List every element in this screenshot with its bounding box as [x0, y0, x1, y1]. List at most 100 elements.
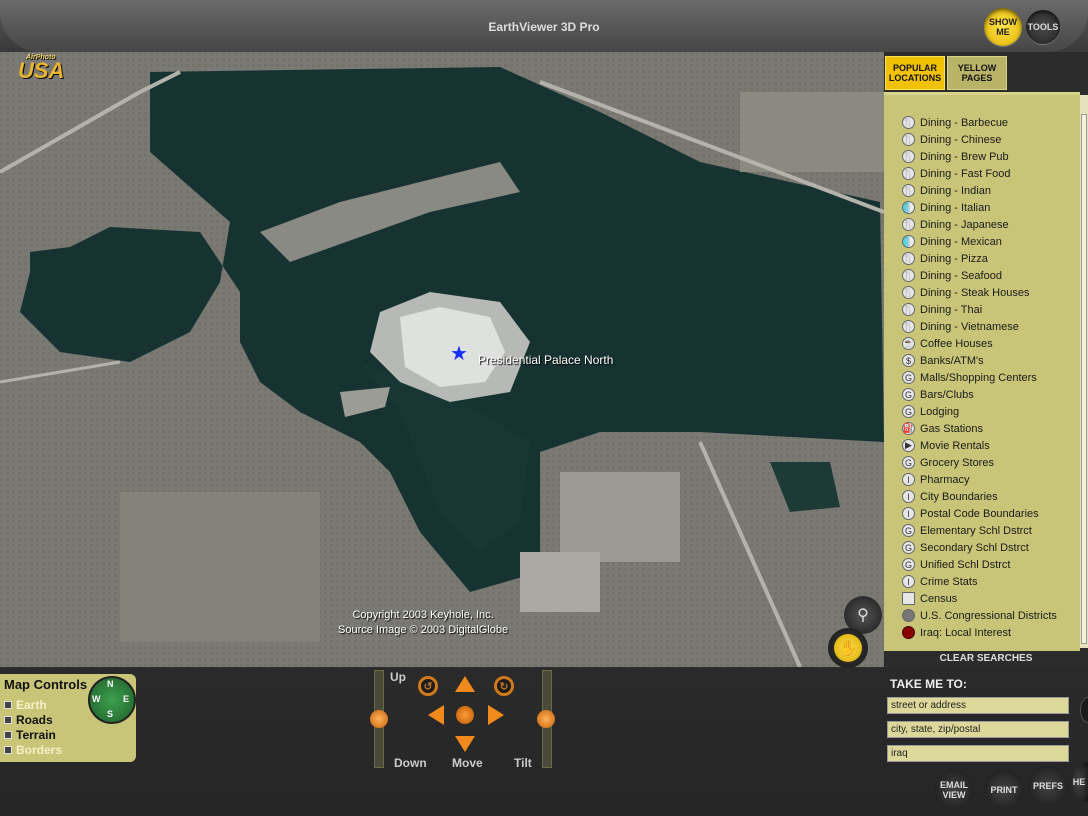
sidebar-item[interactable]: G Malls/Shopping Centers [902, 369, 1037, 386]
sidebar-item[interactable]: 🍴 Dining - Barbecue [902, 114, 1008, 131]
sidebar-item[interactable]: G Bars/Clubs [902, 386, 974, 403]
sidebar-item-label: Dining - Chinese [920, 133, 1002, 146]
sidebar-item[interactable]: 🍴 Dining - Fast Food [902, 165, 1010, 182]
sidebar-item[interactable]: ☕ Coffee Houses [902, 335, 993, 352]
tab-yellow-pages[interactable]: YELLOW PAGES [947, 56, 1007, 90]
sidebar-item-label: Gas Stations [920, 422, 983, 435]
sidebar-item-label: Secondary Schl Dstrct [920, 541, 1029, 554]
street-address-field[interactable]: street or address [887, 697, 1069, 714]
move-right-arrow-icon[interactable] [488, 705, 504, 725]
sidebar-item[interactable]: 🍴 Dining - Brew Pub [902, 148, 1009, 165]
move-center-button[interactable] [456, 706, 474, 724]
sidebar-item[interactable]: 🍴 Dining - Italian [902, 199, 990, 216]
lodging-icon: G [902, 405, 915, 418]
dining-icon: 🍴 [902, 218, 915, 231]
dining-icon: 🍴 [902, 320, 915, 333]
sidebar-item-label: Pharmacy [920, 473, 970, 486]
sidebar-item[interactable]: 🍴 Dining - Vietnamese [902, 318, 1019, 335]
layer-borders[interactable]: Borders [4, 743, 62, 757]
layer-earth[interactable]: Earth [4, 698, 47, 712]
sidebar-item-label: U.S. Congressional Districts [920, 609, 1057, 622]
sidebar-item[interactable]: G Elementary Schl Dstrct [902, 522, 1032, 539]
satellite-map[interactable] [0, 52, 884, 667]
boundary-icon: ǀ [902, 507, 915, 520]
sidebar-item-label: Postal Code Boundaries [920, 507, 1039, 520]
sidebar-item[interactable]: 🍴 Dining - Chinese [902, 131, 1001, 148]
move-up-arrow-icon[interactable] [455, 676, 475, 692]
tab-popular-locations[interactable]: POPULAR LOCATIONS [885, 56, 945, 90]
sidebar-item[interactable]: ⛽ Gas Stations [902, 420, 983, 437]
layer-terrain[interactable]: Terrain [4, 728, 56, 742]
bar-icon: G [902, 388, 915, 401]
sidebar-item[interactable]: 🍴 Dining - Thai [902, 301, 982, 318]
email-view-button[interactable]: EMAIL VIEW [934, 770, 974, 810]
rotate-right-icon[interactable]: ↻ [494, 676, 514, 696]
show-me-button[interactable]: SHOW ME [984, 8, 1022, 46]
move-left-arrow-icon[interactable] [428, 705, 444, 725]
sidebar-item-label: Dining - Barbecue [920, 116, 1009, 129]
dining-icon: 🍴 [902, 116, 915, 129]
compass-icon[interactable]: N E S W [88, 676, 136, 724]
sidebar-item[interactable]: Iraq: Local Interest [902, 624, 1011, 641]
sidebar-item-label: Dining - Pizza [920, 252, 988, 265]
prefs-button[interactable]: PREFS [1028, 766, 1068, 806]
sidebar-item-label: Dining - Mexican [920, 235, 1002, 248]
zoom-slider-knob[interactable] [370, 710, 388, 728]
sidebar-item[interactable]: 🍴 Dining - Steak Houses [902, 284, 1029, 301]
sidebar-item-label: Dining - Seafood [920, 269, 1002, 282]
airphoto-usa-logo: AirPhoto USA [18, 54, 80, 88]
move-down-arrow-icon[interactable] [455, 736, 475, 752]
sidebar-item[interactable]: U.S. Congressional Districts [902, 607, 1057, 624]
copyright-line-2: Source Image © 2003 DigitalGlobe [338, 624, 509, 636]
gas-icon: ⛽ [902, 422, 915, 435]
sidebar-item-label: Banks/ATM's [920, 354, 984, 367]
tilt-slider-knob[interactable] [537, 710, 555, 728]
clear-searches-button[interactable]: CLEAR SEARCHES [884, 650, 1088, 668]
sidebar-item-label: Dining - Brew Pub [920, 150, 1009, 163]
sidebar-item-label: Dining - Steak Houses [920, 286, 1030, 299]
logo-small-text: AirPhoto [26, 54, 56, 61]
list-scroll-thumb[interactable] [1081, 114, 1087, 644]
mall-icon: G [902, 371, 915, 384]
sidebar-item[interactable]: G Grocery Stores [902, 454, 994, 471]
dining-icon: 🍴 [902, 269, 915, 282]
school-icon: G [902, 541, 915, 554]
sidebar-item[interactable]: ǀ Postal Code Boundaries [902, 505, 1039, 522]
coffee-icon: ☕ [902, 337, 915, 350]
sidebar-item[interactable]: 🍴 Dining - Japanese [902, 216, 1009, 233]
place-label[interactable]: Presidential Palace North [478, 353, 613, 367]
sidebar-item[interactable]: 🍴 Dining - Seafood [902, 267, 1002, 284]
sidebar-item[interactable]: ǀ City Boundaries [902, 488, 998, 505]
sidebar-item-label: Census [920, 592, 958, 605]
dining-icon: 🍴 [902, 167, 915, 180]
sidebar-item[interactable]: ǀ Pharmacy [902, 471, 970, 488]
sidebar-item[interactable]: G Secondary Schl Dstrct [902, 539, 1029, 556]
search-query-field[interactable]: iraq [887, 745, 1069, 762]
tools-button[interactable]: TOOLS [1026, 10, 1060, 44]
dining-icon: 🍴 [902, 303, 915, 316]
sidebar-item-label: Coffee Houses [920, 337, 993, 350]
print-button[interactable]: PRINT [984, 770, 1024, 810]
sidebar-item[interactable]: Census [902, 590, 957, 607]
place-marker-icon[interactable]: ★ [450, 344, 468, 364]
rotate-left-icon[interactable]: ↺ [418, 676, 438, 696]
dining-icon: 🍴 [902, 252, 915, 265]
sidebar-item-label: Malls/Shopping Centers [920, 371, 1037, 384]
sidebar-item[interactable]: G Unified Schl Dstrct [902, 556, 1010, 573]
layer-roads[interactable]: Roads [4, 713, 53, 727]
sidebar-item-label: Crime Stats [920, 575, 978, 588]
map-copyright: Copyright 2003 Keyhole, Inc. Source Imag… [338, 608, 508, 638]
pan-tool-button[interactable]: ✋ [828, 628, 868, 668]
sidebar-item[interactable]: 🍴 Dining - Pizza [902, 250, 988, 267]
city-state-zip-field[interactable]: city, state, zip/postal [887, 721, 1069, 738]
sidebar-item[interactable]: 🍴 Dining - Mexican [902, 233, 1002, 250]
sidebar-item[interactable]: $ Banks/ATM's [902, 352, 984, 369]
school-icon: G [902, 524, 915, 537]
checkbox-icon [4, 746, 12, 754]
sidebar-item[interactable]: ▶ Movie Rentals [902, 437, 990, 454]
sidebar-item[interactable]: G Lodging [902, 403, 959, 420]
sidebar-item-label: Lodging [920, 405, 960, 418]
sidebar-item[interactable]: 🍴 Dining - Indian [902, 182, 991, 199]
magnifier-icon: ⚲ [857, 607, 869, 624]
sidebar-item[interactable]: ǀ Crime Stats [902, 573, 977, 590]
